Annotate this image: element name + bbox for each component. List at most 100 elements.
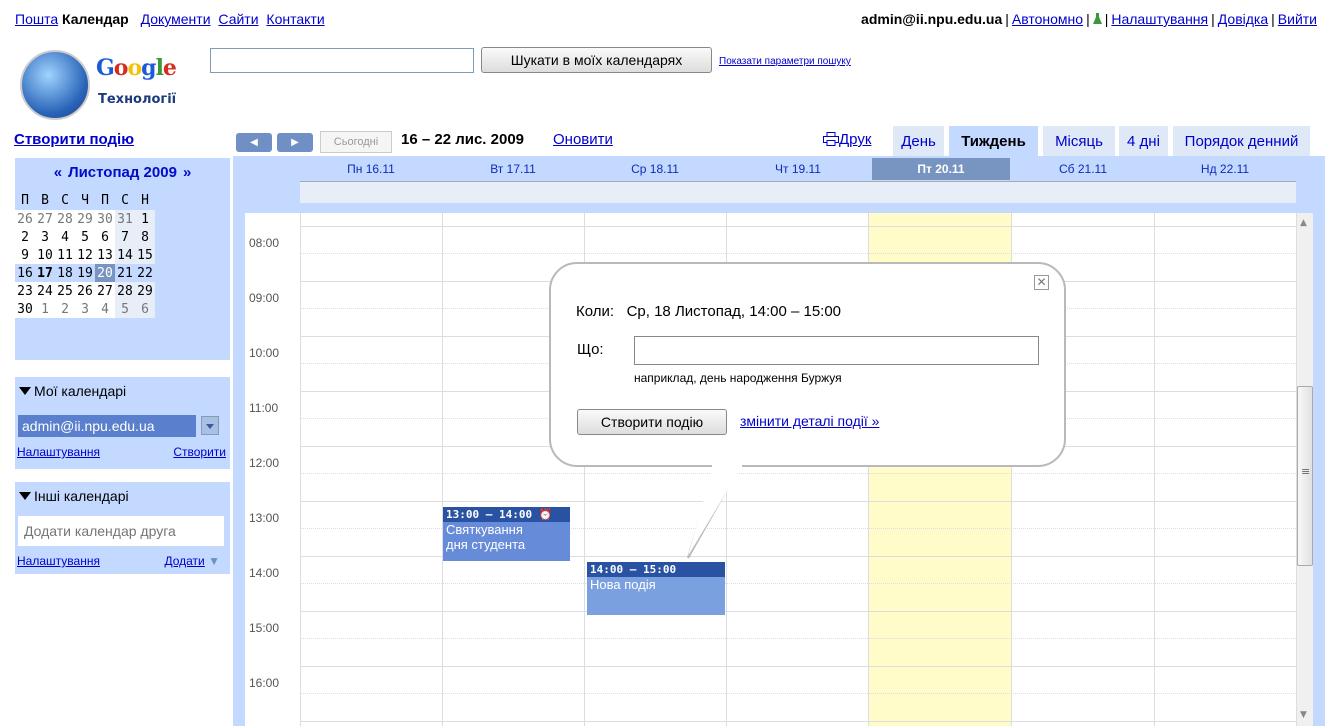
event-time: 14:00 – 15:00 — [587, 562, 725, 577]
mini-day[interactable]: 21 — [115, 264, 135, 282]
my-calendars-settings-link[interactable]: Налаштування — [17, 445, 100, 459]
mini-day[interactable]: 17 — [35, 264, 55, 282]
mini-day[interactable]: 6 — [95, 228, 115, 246]
mini-day[interactable]: 11 — [55, 246, 75, 264]
mini-day[interactable]: 31 — [115, 210, 135, 228]
mini-day[interactable]: 14 — [115, 246, 135, 264]
mini-day[interactable]: 1 — [135, 210, 155, 228]
mini-day[interactable]: 28 — [115, 282, 135, 300]
event-new[interactable]: 14:00 – 15:00 Нова подія — [587, 562, 725, 615]
print-link[interactable]: Друк — [823, 131, 871, 148]
mini-day[interactable]: 24 — [35, 282, 55, 300]
create-event-button[interactable]: Створити подію — [577, 409, 727, 435]
mini-day[interactable]: 1 — [35, 300, 55, 318]
other-calendars-settings-link[interactable]: Налаштування — [17, 554, 100, 568]
mini-day[interactable]: 27 — [95, 282, 115, 300]
mini-day[interactable]: 5 — [115, 300, 135, 318]
tab-agenda[interactable]: Порядок денний — [1173, 126, 1310, 157]
search-input[interactable] — [210, 48, 474, 73]
mini-day[interactable]: 23 — [15, 282, 35, 300]
refresh-link[interactable]: Оновити — [553, 131, 613, 148]
mini-day[interactable]: 4 — [95, 300, 115, 318]
mini-prev-month[interactable]: « — [54, 164, 62, 181]
mini-day-today[interactable]: 20 — [95, 264, 115, 282]
mini-day[interactable]: 15 — [135, 246, 155, 264]
settings-link[interactable]: Налаштування — [1111, 11, 1208, 27]
mini-day[interactable]: 28 — [55, 210, 75, 228]
mini-day[interactable]: 16 — [15, 264, 35, 282]
add-friend-calendar-input[interactable] — [18, 516, 224, 546]
next-week-button[interactable]: ▶ — [277, 133, 313, 152]
create-event-link[interactable]: Створити подію — [14, 131, 134, 148]
calendar-chip[interactable]: admin@ii.npu.edu.ua — [18, 415, 196, 437]
day-header[interactable]: Вт 17.11 — [442, 158, 584, 180]
mini-day[interactable]: 30 — [15, 300, 35, 318]
mini-day[interactable]: 3 — [35, 228, 55, 246]
mini-day[interactable]: 8 — [135, 228, 155, 246]
logout-link[interactable]: Вийти — [1278, 11, 1317, 27]
other-calendars-toggle[interactable]: Інші календарі — [19, 488, 129, 504]
mini-day[interactable]: 9 — [15, 246, 35, 264]
mini-day[interactable]: 4 — [55, 228, 75, 246]
add-calendar-menu[interactable]: Додати ▼ — [164, 554, 220, 568]
mini-day[interactable]: 2 — [15, 228, 35, 246]
mini-day[interactable]: 2 — [55, 300, 75, 318]
docs-link[interactable]: Документи — [141, 11, 211, 27]
mini-day[interactable]: 3 — [75, 300, 95, 318]
mini-day[interactable]: 26 — [75, 282, 95, 300]
mini-day[interactable]: 26 — [15, 210, 35, 228]
logo[interactable]: Google Технології — [20, 50, 200, 120]
event-title-input[interactable] — [634, 336, 1039, 365]
day-header[interactable]: Чт 19.11 — [726, 158, 870, 180]
tab-week[interactable]: Тиждень — [949, 126, 1038, 157]
today-button[interactable]: Сьогодні — [320, 131, 392, 153]
mini-day[interactable]: 27 — [35, 210, 55, 228]
mini-next-month[interactable]: » — [183, 164, 191, 181]
offline-link[interactable]: Автономно — [1012, 11, 1083, 27]
scrollbar-thumb[interactable] — [1297, 386, 1313, 566]
mini-day[interactable]: 29 — [135, 282, 155, 300]
tab-month[interactable]: Місяць — [1043, 126, 1115, 157]
tab-day[interactable]: День — [893, 126, 944, 157]
search-options-link[interactable]: Показати параметри пошуку — [719, 56, 851, 67]
mini-day[interactable]: 30 — [95, 210, 115, 228]
tab-4days[interactable]: 4 дні — [1119, 126, 1168, 157]
create-calendar-link[interactable]: Створити — [173, 445, 226, 459]
day-header[interactable]: Пн 16.11 — [300, 158, 442, 180]
contacts-link[interactable]: Контакти — [266, 11, 324, 27]
day-header[interactable]: Нд 22.11 — [1154, 158, 1296, 180]
calendar-link[interactable]: Календар — [62, 11, 129, 27]
app-links: Пошта Календар Документи Сайти Контакти — [15, 11, 325, 27]
mini-day[interactable]: 22 — [135, 264, 155, 282]
mini-day[interactable]: 19 — [75, 264, 95, 282]
mini-day[interactable]: 29 — [75, 210, 95, 228]
day-header[interactable]: Сб 21.11 — [1012, 158, 1154, 180]
mini-day[interactable]: 18 — [55, 264, 75, 282]
mini-day[interactable]: 7 — [115, 228, 135, 246]
mini-day[interactable]: 5 — [75, 228, 95, 246]
my-calendars-toggle[interactable]: Мої календарі — [19, 383, 126, 399]
close-icon[interactable]: ✕ — [1034, 275, 1049, 290]
mini-day[interactable]: 25 — [55, 282, 75, 300]
hour-label: 08:00 — [249, 236, 280, 250]
dow: П — [101, 192, 109, 208]
mini-day[interactable]: 6 — [135, 300, 155, 318]
scroll-down-arrow[interactable]: ▼ — [1300, 710, 1307, 720]
day-header-today[interactable]: Пт 20.11 — [872, 158, 1010, 180]
mail-link[interactable]: Пошта — [15, 11, 58, 27]
sites-link[interactable]: Сайти — [218, 11, 258, 27]
all-day-row[interactable] — [300, 181, 1296, 203]
edit-event-details-link[interactable]: змінити деталі події » — [740, 413, 879, 429]
day-header[interactable]: Ср 18.11 — [584, 158, 726, 180]
search-button[interactable]: Шукати в моїх календарях — [481, 47, 712, 73]
event-student-day[interactable]: 13:00 – 14:00 ⏰ Святкування дня студента — [443, 507, 570, 561]
help-link[interactable]: Довідка — [1218, 11, 1268, 27]
calendar-dropdown-icon[interactable] — [201, 416, 219, 435]
mini-day[interactable]: 13 — [95, 246, 115, 264]
prev-week-button[interactable]: ◀ — [236, 133, 272, 152]
date-range: 16 – 22 лис. 2009 — [401, 131, 525, 148]
mini-day[interactable]: 10 — [35, 246, 55, 264]
labs-flask-icon[interactable] — [1092, 13, 1102, 25]
mini-day[interactable]: 12 — [75, 246, 95, 264]
scroll-up-arrow[interactable]: ▲ — [1300, 218, 1307, 228]
